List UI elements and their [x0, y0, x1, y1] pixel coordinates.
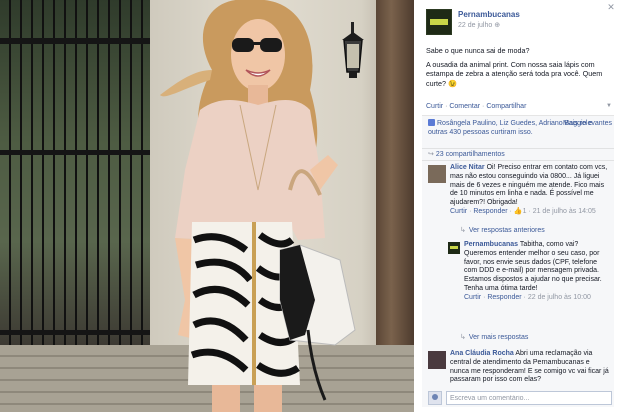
thumbs-up-icon: 👍 — [513, 207, 523, 215]
page-logo[interactable] — [426, 9, 452, 35]
reply-like-link[interactable]: Curtir — [464, 294, 481, 301]
post-photo[interactable] — [0, 0, 414, 412]
comment-item: Alice Nitar Oi! Preciso entrar em contat… — [428, 164, 610, 217]
post-text-line1: Sabe o que nunca sai de moda? — [426, 46, 530, 55]
view-more-replies-link[interactable]: ↳ Ver mais respostas — [460, 333, 528, 341]
view-more-replies-label[interactable]: Ver mais respostas — [469, 334, 529, 341]
shares-link[interactable]: ↪ 23 compartilhamentos — [428, 150, 505, 158]
page-name-link[interactable]: Pernambucanas — [458, 10, 520, 19]
close-icon[interactable]: ✕ — [606, 2, 616, 12]
gate-rail-mid — [0, 150, 160, 155]
avatar[interactable] — [428, 165, 446, 183]
avatar[interactable] — [448, 242, 460, 254]
globe-icon: ⊕ — [494, 22, 501, 29]
divider — [422, 148, 614, 149]
model-figure — [160, 0, 356, 412]
view-previous-replies-label[interactable]: Ver respostas anteriores — [469, 227, 545, 234]
reply-item: Pernambucanas Tabitha, como vai? Queremo… — [448, 241, 608, 303]
chevron-down-icon[interactable]: ▼ — [606, 103, 612, 109]
comment-input[interactable] — [446, 391, 612, 405]
avatar — [428, 391, 442, 405]
gate-rail-top — [0, 38, 160, 44]
post-date-text[interactable]: 22 de julho — [458, 22, 492, 29]
comment-button[interactable]: Comentar — [449, 103, 480, 110]
comment-meta: Curtir · Responder · 👍1 · 21 de julho às… — [450, 207, 596, 215]
reply-reply-link[interactable]: Responder — [487, 294, 521, 301]
reply-arrow-icon: ↳ — [460, 227, 466, 234]
post-actions: Curtir · Comentar · Compartilhar ▼ — [426, 103, 614, 110]
comment-author[interactable]: Alice Nitar — [450, 164, 485, 171]
post-text-line2: A ousadia da animal print. Com nossa sai… — [426, 59, 603, 88]
page-header: Pernambucanas 22 de julho ⊕ — [426, 9, 606, 37]
reply-meta: Curtir · Responder · 22 de julho às 10:0… — [464, 293, 591, 301]
iron-gate — [0, 0, 160, 345]
share-button[interactable]: Compartilhar — [486, 103, 526, 110]
share-icon: ↪ — [428, 151, 434, 158]
comment-like-link[interactable]: Curtir — [450, 208, 467, 215]
likes-others-link[interactable]: outras 430 pessoas curtiram isso. — [428, 129, 533, 136]
comment-reply-link[interactable]: Responder — [473, 208, 507, 215]
avatar[interactable] — [428, 351, 446, 369]
comment-likes-count[interactable]: 1 — [523, 208, 527, 215]
comment-composer — [428, 391, 612, 405]
comment-author[interactable]: Ana Cláudia Rocha — [450, 350, 514, 357]
post-date[interactable]: 22 de julho ⊕ — [458, 21, 500, 29]
view-previous-replies-link[interactable]: ↳ Ver respostas anteriores — [460, 226, 545, 234]
gate-rail-bottom — [0, 330, 160, 335]
comment-item: Ana Cláudia Rocha Abri uma reclamação vi… — [428, 350, 610, 385]
likes-summary: Rosângela Paulino, Liz Guedes, Adriano B… — [428, 119, 612, 137]
reply-time[interactable]: 22 de julho às 10:00 — [528, 294, 591, 301]
post-text: Sabe o que nunca sai de moda? A ousadia … — [426, 46, 614, 92]
reply-text: Tabitha, como vai? Queremos entender mel… — [464, 241, 602, 292]
feedback-area: Rosângela Paulino, Liz Guedes, Adriano B… — [422, 115, 614, 407]
comment-time[interactable]: 21 de julho às 14:05 — [533, 208, 596, 215]
like-button[interactable]: Curtir — [426, 103, 443, 110]
reply-author[interactable]: Pernambucanas — [464, 241, 518, 248]
thumbs-up-icon — [428, 119, 435, 126]
shares-count[interactable]: 23 compartilhamentos — [436, 151, 505, 158]
reply-arrow-icon: ↳ — [460, 334, 466, 341]
sort-comments-dropdown[interactable]: Mais relevantes — [563, 119, 612, 128]
facebook-post-panel: ✕ Pernambucanas 22 de julho ⊕ Sabe o que… — [414, 0, 620, 412]
divider — [422, 160, 614, 161]
